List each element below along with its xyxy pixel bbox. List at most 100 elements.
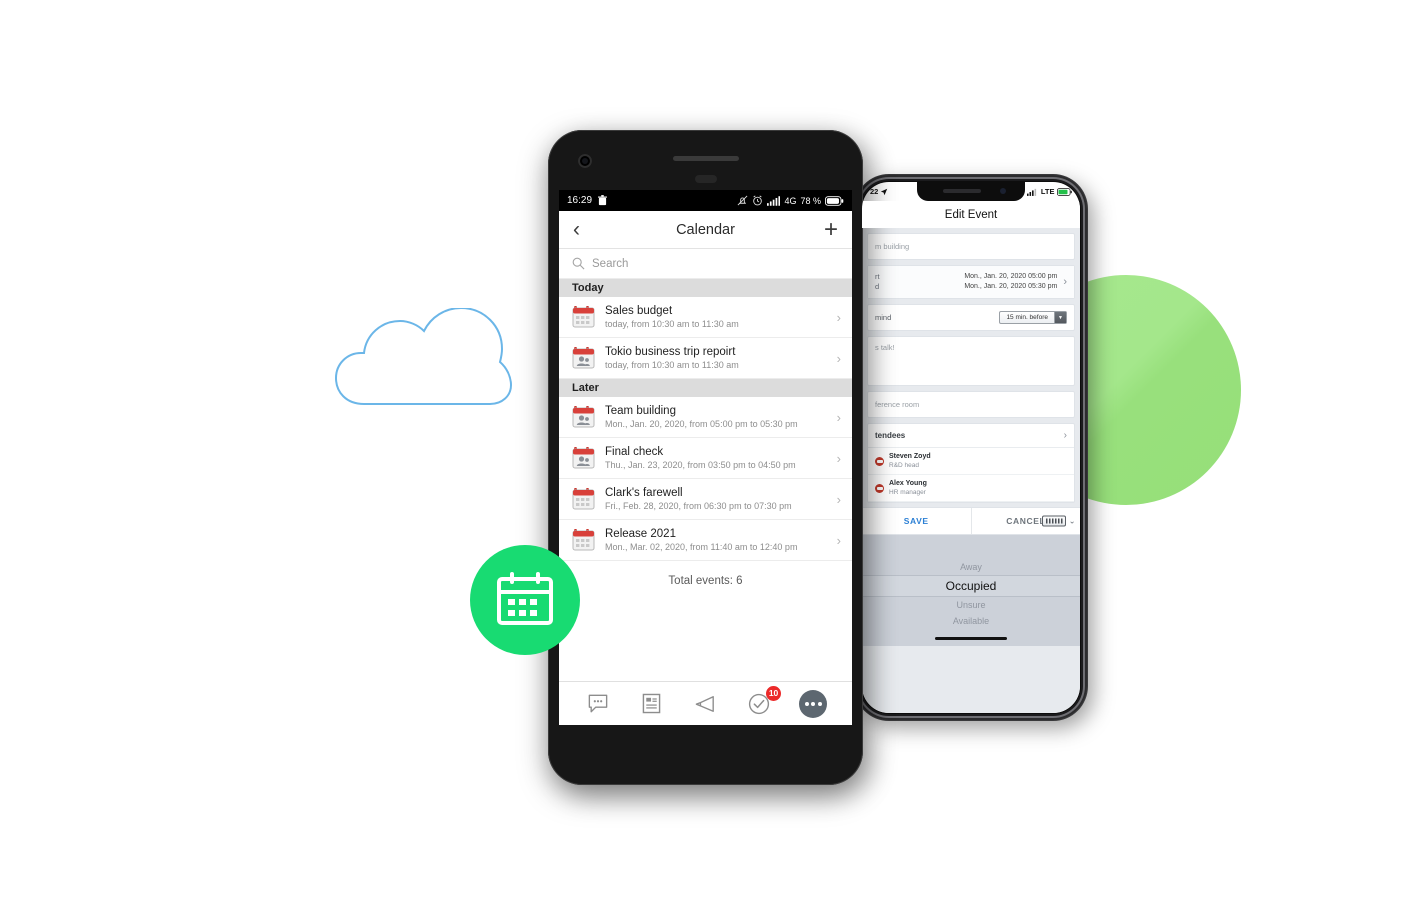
caret-down-icon[interactable]: ▼ [1054,312,1066,323]
event-title: Sales budget [605,305,673,317]
chevron-right-icon[interactable]: › [837,492,841,507]
android-status-bar: 16:29 4G 78 % [559,190,852,211]
chevron-right-icon[interactable]: › [1064,430,1067,441]
attendees-card[interactable]: tendees › Steven Zoyd R&D head Alex Youn… [867,423,1075,503]
event-title: Final check [605,446,664,458]
list-item[interactable]: Release 2021 Mon., Mar. 02, 2020, from 1… [559,520,852,561]
reminder-card[interactable]: mind 15 min. before ▼ [867,304,1075,331]
event-list[interactable]: Today Sales budget today, from 10:30 am … [559,279,852,681]
attendee-row[interactable]: Alex Young HR manager [868,475,1074,502]
more-dots-icon[interactable] [799,689,828,718]
section-header-later: Later [559,379,852,397]
bell-muted-icon [738,195,748,206]
location-input[interactable]: ference room [868,392,1074,417]
cancel-button[interactable]: CANCEL ⌄ [972,508,1081,534]
proximity-sensor [694,175,717,183]
description-card[interactable]: s talk! [867,336,1075,386]
event-time: today, from 10:30 am to 11:30 am [605,360,739,370]
chevron-down-icon[interactable]: ⌄ [1069,517,1076,526]
location-card[interactable]: ference room [867,391,1075,418]
description-textarea[interactable]: s talk! [868,337,1074,385]
keyboard-icon[interactable] [1042,515,1066,527]
document-icon [642,693,661,714]
list-item[interactable]: Clark's farewell Fri., Feb. 28, 2020, fr… [559,479,852,520]
attendee-role: R&D head [889,462,919,469]
tab-announcements[interactable] [690,691,720,717]
battery-icon [825,195,844,206]
picker-option[interactable]: Available [862,613,1080,629]
cancel-label: CANCEL [1006,516,1046,526]
avatar-icon [875,456,884,466]
event-name-card[interactable]: m building [867,233,1075,260]
iphone-screen: 22 LTE Edit Event m building rt d Mon., … [862,182,1080,713]
list-item[interactable]: Sales budget today, from 10:30 am to 11:… [559,297,852,338]
reminder-selected-value: 15 min. before [1006,314,1048,321]
event-title: Team building [605,405,676,417]
search-input[interactable]: Search [592,258,628,270]
search-icon [572,257,585,270]
chevron-right-icon[interactable]: › [837,310,841,325]
calendar-icon [497,572,553,625]
reminder-select[interactable]: 15 min. before ▼ [999,311,1067,324]
tab-documents[interactable] [637,691,667,717]
iphone-clock: 22 [870,187,879,196]
list-empty-space [559,587,852,681]
event-name-input[interactable]: m building [868,234,1074,259]
chat-bubble-icon [588,694,608,712]
event-date-card[interactable]: rt d Mon., Jan. 20, 2020 05:00 pm Mon., … [867,265,1075,299]
list-item[interactable]: Tokio business trip repoirt today, from … [559,338,852,379]
event-time: today, from 10:30 am to 11:30 am [605,319,739,329]
start-label: rt [875,272,880,281]
tab-tasks[interactable]: 10 [744,685,782,717]
tab-more[interactable] [798,689,828,718]
picker-option[interactable]: Away [862,559,1080,575]
section-header-today: Today [559,279,852,297]
search-bar[interactable]: Search [559,249,852,279]
signal-bars-icon [1027,188,1037,196]
iphone-page-title: Edit Event [862,201,1080,228]
front-camera-icon [578,154,592,168]
save-button[interactable]: SAVE [862,508,972,534]
avatar-icon [875,483,884,493]
calendar-people-icon [572,446,595,470]
attendees-header: tendees [875,431,906,440]
android-device: 16:29 4G 78 % ‹ Calendar + Search Today … [548,130,863,785]
end-datetime-value: Mon., Jan. 20, 2020 05:30 pm [964,283,1058,290]
chevron-right-icon[interactable]: › [1063,276,1067,288]
chevron-right-icon[interactable]: › [837,410,841,425]
form-action-bar: SAVE CANCEL ⌄ [862,507,1080,535]
event-time: Mon., Jan. 20, 2020, from 05:00 pm to 05… [605,419,798,429]
calendar-people-icon [572,346,595,370]
total-events-label: Total events: 6 [559,561,852,587]
tab-chat[interactable] [583,691,613,717]
iphone-network-label: LTE [1040,187,1055,196]
reminder-label: mind [875,313,892,322]
end-label: d [875,282,880,291]
event-time: Mon., Mar. 02, 2020, from 11:40 am to 12… [605,542,798,552]
picker-option[interactable]: Unsure [862,597,1080,613]
chevron-right-icon[interactable]: › [837,351,841,366]
android-clock: 16:29 [567,195,593,206]
page-title: Calendar [676,221,735,238]
event-time: Fri., Feb. 28, 2020, from 06:30 pm to 07… [605,501,792,511]
front-camera-icon [1000,188,1006,194]
event-title: Clark's farewell [605,487,683,499]
android-screen: 16:29 4G 78 % ‹ Calendar + Search Today … [559,190,852,725]
megaphone-icon [696,695,715,712]
add-event-button[interactable]: + [824,217,838,242]
calendar-grid-icon [572,487,595,511]
trash-icon [598,195,608,206]
iphone-device: 22 LTE Edit Event m building rt d Mon., … [855,175,1087,720]
chevron-right-icon[interactable]: › [837,451,841,466]
attendee-row[interactable]: Steven Zoyd R&D head [868,448,1074,475]
picker-option-selected[interactable]: Occupied [862,575,1080,597]
calendar-grid-icon [572,528,595,552]
availability-picker[interactable]: Away Occupied Unsure Available [862,535,1080,646]
attendee-role: HR manager [889,489,926,496]
earpiece-speaker [943,189,981,193]
list-item[interactable]: Team building Mon., Jan. 20, 2020, from … [559,397,852,438]
chevron-right-icon[interactable]: › [837,533,841,548]
list-item[interactable]: Final check Thu., Jan. 23, 2020, from 03… [559,438,852,479]
android-navigation-bar: ‹ Calendar + [559,211,852,249]
tasks-badge: 10 [765,685,782,701]
